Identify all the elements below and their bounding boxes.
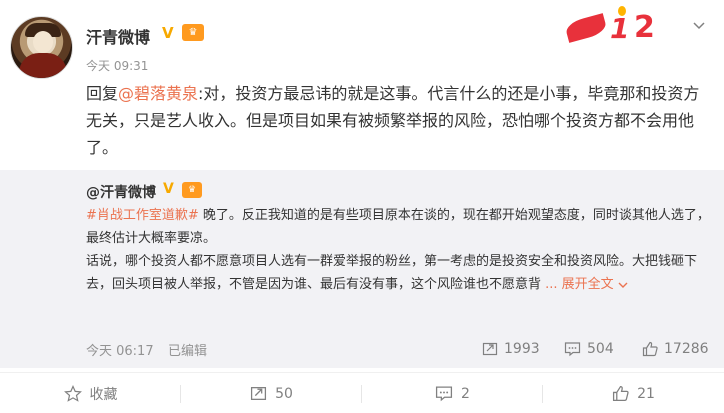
comment-icon: [564, 342, 581, 357]
weibo-post: 汗青微博 V ♛ 今天 09:31 1 2 回复@碧落黄泉:对，投资方最忌讳的就…: [0, 0, 724, 413]
action-bar: 收藏 50 2 21: [0, 372, 724, 413]
comment-icon: [435, 386, 453, 402]
ribbon-icon: [564, 13, 608, 43]
verified-icon: V: [163, 181, 174, 197]
retweet-comment-count[interactable]: 504: [564, 338, 614, 360]
thumbs-up-icon: [642, 341, 658, 357]
star-icon: [63, 384, 82, 402]
like-action-count: 21: [637, 385, 655, 402]
comment-button[interactable]: 2: [362, 373, 543, 413]
retweet-footer: 今天 06:17 已编辑 1993 504 17286: [86, 338, 712, 360]
repost-icon: [251, 387, 267, 400]
like-button[interactable]: 21: [543, 373, 724, 413]
chevron-down-icon[interactable]: [692, 18, 706, 32]
repost-action-count: 50: [275, 385, 293, 402]
badge-digit-2: 2: [634, 10, 655, 45]
retweet-text: #肖战工作室道歉# 晚了。反正我知道的是有些项目原本在谈的，现在都开始观望态度，…: [86, 204, 712, 296]
retweet-repost-count[interactable]: 1993: [482, 338, 540, 360]
vip-icon: ♛: [182, 182, 202, 198]
expand-label: ... 展开全文: [541, 277, 618, 292]
badge-digit-1: 1: [610, 12, 630, 45]
edited-label: 已编辑: [168, 344, 208, 359]
retweet-time[interactable]: 今天 06:17: [86, 340, 154, 359]
post-time[interactable]: 今天 09:31: [86, 57, 148, 74]
favorite-label: 收藏: [89, 386, 118, 403]
retweet-like-count[interactable]: 17286: [642, 338, 709, 360]
verified-icon: V: [162, 24, 174, 42]
expand-full-text-link[interactable]: ... 展开全文: [541, 277, 628, 292]
repost-count: 1993: [504, 341, 540, 357]
retweet-block: @汗青微博 V ♛ #肖战工作室道歉# 晚了。反正我知道的是有些项目原本在谈的，…: [0, 170, 724, 368]
avatar-face: [33, 31, 53, 53]
mention-link[interactable]: @碧落黄泉: [118, 84, 198, 103]
reply-prefix: 回复: [86, 84, 119, 103]
avatar[interactable]: [10, 16, 73, 79]
avatar-robe: [19, 53, 67, 78]
comment-count: 504: [587, 341, 614, 357]
author-name[interactable]: 汗青微博: [86, 24, 150, 48]
vip-icon: ♛: [182, 24, 204, 41]
thumbs-up-icon: [613, 385, 629, 402]
favorite-button[interactable]: 收藏: [0, 373, 181, 413]
repost-button[interactable]: 50: [181, 373, 362, 413]
topic-link[interactable]: #肖战工作室道歉#: [86, 208, 199, 223]
chevron-down-icon: [618, 282, 628, 288]
retweet-author[interactable]: @汗青微博: [86, 182, 156, 202]
comment-action-count: 2: [461, 385, 470, 402]
repost-icon: [482, 342, 498, 356]
anniversary-badge-icon: 1 2: [560, 6, 690, 48]
like-count: 17286: [664, 341, 709, 357]
post-text: 回复@碧落黄泉:对，投资方最忌讳的就是这事。代言什么的还是小事，毕竟那和投资方无…: [86, 80, 712, 161]
